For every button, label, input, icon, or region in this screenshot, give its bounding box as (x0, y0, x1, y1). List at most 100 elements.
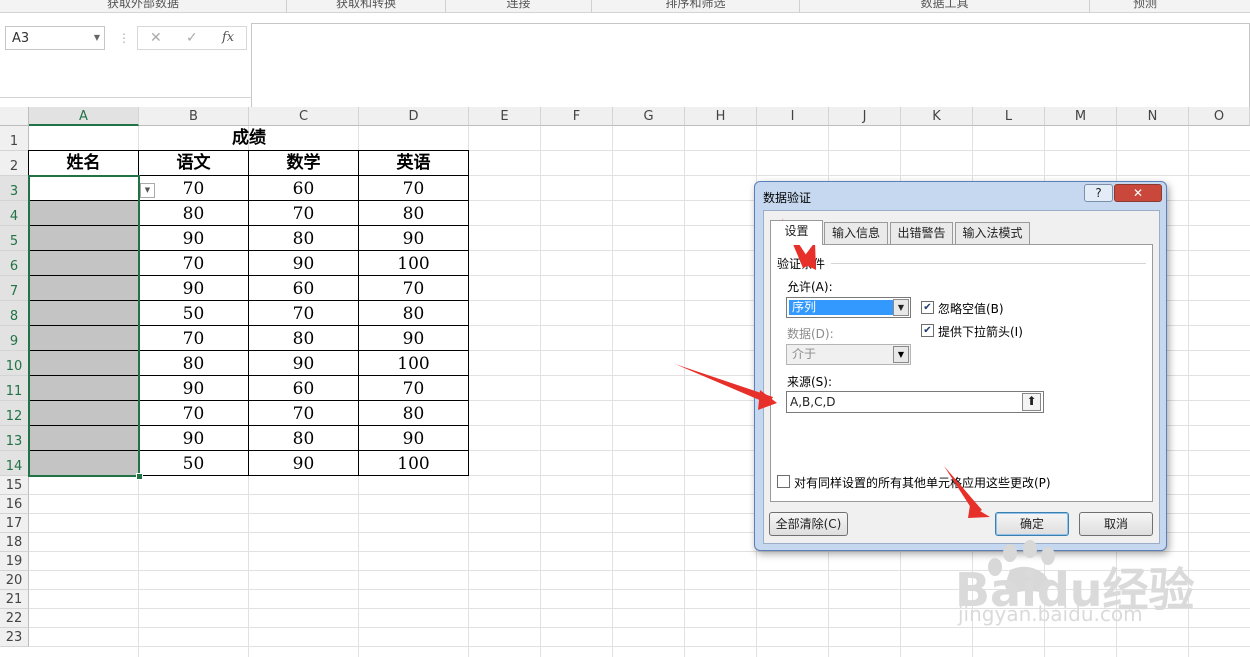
table-cell-name[interactable] (28, 175, 139, 201)
table-cell-math[interactable]: 90 (248, 350, 359, 376)
table-cell-math[interactable]: 70 (248, 300, 359, 326)
column-header-i[interactable]: I (757, 107, 829, 126)
table-cell-math[interactable]: 70 (248, 400, 359, 426)
column-header-f[interactable]: F (541, 107, 613, 126)
header-cell-name[interactable]: 姓名 (28, 150, 139, 176)
column-header-e[interactable]: E (469, 107, 541, 126)
table-cell-chinese[interactable]: 90 (138, 225, 249, 251)
table-cell-chinese[interactable]: 90 (138, 275, 249, 301)
apply-all-label[interactable]: 对有同样设置的所有其他单元格应用这些更改(P) (794, 474, 1051, 491)
row-header-11[interactable]: 11 (0, 376, 29, 401)
column-header-j[interactable]: J (829, 107, 901, 126)
apply-all-checkbox[interactable] (777, 475, 790, 488)
chevron-down-icon[interactable]: ▼ (94, 33, 100, 42)
table-cell-english[interactable]: 70 (358, 175, 469, 201)
table-cell-name[interactable] (28, 200, 139, 226)
row-header-20[interactable]: 20 (0, 571, 29, 590)
table-cell-chinese[interactable]: 50 (138, 300, 249, 326)
table-cell-math[interactable]: 60 (248, 275, 359, 301)
ok-button[interactable]: 确定 (995, 512, 1069, 536)
table-cell-math[interactable]: 80 (248, 425, 359, 451)
tab-settings[interactable]: 设置 (770, 220, 823, 245)
column-header-c[interactable]: C (249, 107, 359, 126)
row-header-14[interactable]: 14 (0, 451, 29, 476)
enter-icon[interactable]: ✓ (186, 30, 198, 46)
header-cell-math[interactable]: 数学 (248, 150, 359, 176)
cancel-button[interactable]: 取消 (1079, 512, 1153, 536)
close-icon[interactable]: ✕ (1114, 184, 1162, 202)
row-header-9[interactable]: 9 (0, 326, 29, 351)
table-cell-name[interactable] (28, 225, 139, 251)
cancel-icon[interactable]: ✕ (150, 30, 162, 46)
table-cell-chinese[interactable]: 80 (138, 200, 249, 226)
column-header-g[interactable]: G (613, 107, 685, 126)
column-header-a[interactable]: A (29, 107, 139, 126)
table-cell-english[interactable]: 100 (358, 250, 469, 276)
help-icon[interactable]: ? (1084, 184, 1113, 202)
row-header-13[interactable]: 13 (0, 426, 29, 451)
table-cell-english[interactable]: 90 (358, 325, 469, 351)
row-header-19[interactable]: 19 (0, 552, 29, 571)
column-header-o[interactable]: O (1189, 107, 1250, 126)
row-header-10[interactable]: 10 (0, 351, 29, 376)
source-input[interactable]: A,B,C,D ⬆ (786, 391, 1044, 413)
insert-function-icon[interactable]: fx (222, 30, 234, 45)
table-cell-name[interactable] (28, 325, 139, 351)
tab-input-message[interactable]: 输入信息 (824, 222, 888, 244)
table-cell-chinese[interactable]: 70 (138, 250, 249, 276)
header-cell-chinese[interactable]: 语文 (138, 150, 249, 176)
row-header-16[interactable]: 16 (0, 495, 29, 514)
table-cell-chinese[interactable]: 70 (138, 325, 249, 351)
row-header-21[interactable]: 21 (0, 590, 29, 609)
table-cell-name[interactable] (28, 300, 139, 326)
table-cell-math[interactable]: 70 (248, 200, 359, 226)
table-cell-english[interactable]: 80 (358, 200, 469, 226)
table-cell-name[interactable] (28, 275, 139, 301)
tab-ime-mode[interactable]: 输入法模式 (955, 222, 1030, 244)
row-header-17[interactable]: 17 (0, 514, 29, 533)
fill-handle[interactable] (136, 473, 143, 480)
table-cell-name[interactable] (28, 250, 139, 276)
column-header-d[interactable]: D (359, 107, 469, 126)
table-cell-english[interactable]: 80 (358, 400, 469, 426)
table-cell-english[interactable]: 70 (358, 375, 469, 401)
header-cell-english[interactable]: 英语 (358, 150, 469, 176)
table-cell-math[interactable]: 80 (248, 225, 359, 251)
chevron-down-icon[interactable]: ▼ (893, 299, 909, 316)
row-header-2[interactable]: 2 (0, 151, 29, 176)
table-cell-english[interactable]: 80 (358, 300, 469, 326)
ignore-blank-checkbox[interactable]: ✔ (921, 301, 934, 314)
table-cell-chinese[interactable]: 90 (138, 375, 249, 401)
row-header-18[interactable]: 18 (0, 533, 29, 552)
row-header-5[interactable]: 5 (0, 226, 29, 251)
table-cell-name[interactable] (28, 450, 139, 476)
row-header-7[interactable]: 7 (0, 276, 29, 301)
table-cell-math[interactable]: 90 (248, 450, 359, 476)
row-header-8[interactable]: 8 (0, 301, 29, 326)
column-header-m[interactable]: M (1045, 107, 1117, 126)
table-cell-english[interactable]: 90 (358, 225, 469, 251)
table-cell-name[interactable] (28, 375, 139, 401)
row-header-12[interactable]: 12 (0, 401, 29, 426)
row-header-6[interactable]: 6 (0, 251, 29, 276)
table-cell-english[interactable]: 100 (358, 450, 469, 476)
table-cell-chinese[interactable]: 70 (138, 400, 249, 426)
ignore-blank-label[interactable]: 忽略空值(B) (938, 300, 1004, 317)
table-cell-chinese[interactable]: 80 (138, 350, 249, 376)
table-cell-chinese[interactable]: 90 (138, 425, 249, 451)
table-cell-english[interactable]: 70 (358, 275, 469, 301)
dropdown-arrow-checkbox[interactable]: ✔ (921, 324, 934, 337)
row-header-4[interactable]: 4 (0, 201, 29, 226)
name-box[interactable]: A3 ▼ (5, 26, 105, 50)
select-all-corner[interactable] (0, 107, 29, 126)
table-cell-chinese[interactable]: 50 (138, 450, 249, 476)
table-cell-math[interactable]: 80 (248, 325, 359, 351)
column-header-l[interactable]: L (973, 107, 1045, 126)
collapse-dialog-icon[interactable]: ⬆ (1022, 393, 1041, 411)
column-header-h[interactable]: H (685, 107, 757, 126)
table-cell-name[interactable] (28, 350, 139, 376)
row-header-15[interactable]: 15 (0, 476, 29, 495)
formula-input[interactable] (251, 23, 1250, 109)
table-cell-english[interactable]: 100 (358, 350, 469, 376)
cell-dropdown-arrow-icon[interactable]: ▼ (140, 183, 155, 198)
